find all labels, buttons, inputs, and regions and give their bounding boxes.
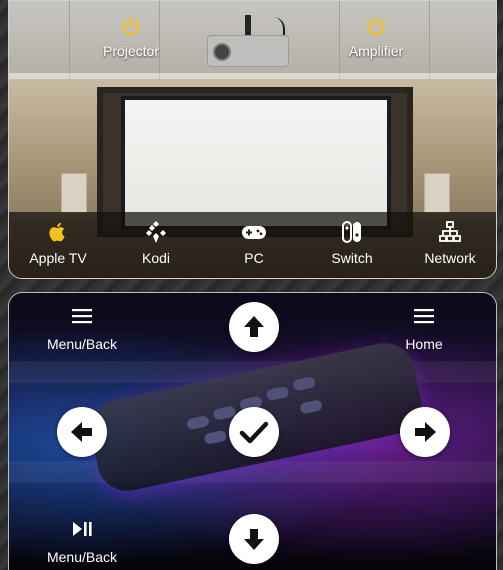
home-label: Home <box>405 336 443 352</box>
menu-back-label: Menu/Back <box>46 336 118 352</box>
checkmark-icon <box>239 421 269 444</box>
switch-icon <box>303 220 401 244</box>
source-label: Apple TV <box>29 250 87 266</box>
source-label: PC <box>244 250 264 266</box>
home-button[interactable]: Home <box>364 308 484 352</box>
network-icon <box>401 220 496 244</box>
menu-back-button[interactable]: Menu/Back <box>22 308 142 352</box>
play-pause-button[interactable]: Menu/Back <box>22 521 142 565</box>
speaker-right <box>424 173 450 213</box>
projector-power-button[interactable]: Projector <box>71 15 191 59</box>
speaker-left <box>61 173 87 213</box>
source-label: Kodi <box>141 250 171 266</box>
source-label: Switch <box>331 250 373 266</box>
source-apple-tv-button[interactable]: Apple TV <box>9 212 107 278</box>
amplifier-label: Amplifier <box>348 43 404 59</box>
dpad-select-button[interactable] <box>229 407 279 457</box>
gamepad-icon <box>205 220 303 244</box>
menu-icon <box>364 308 484 328</box>
remote-panel: Menu/Back Home Menu/Back <box>8 292 497 570</box>
dpad-down-button[interactable] <box>229 514 279 564</box>
room-panel: Projector Amplifier Apple TV Kodi PC Swi… <box>8 0 497 279</box>
menu-icon <box>22 308 142 328</box>
arrow-up-icon <box>244 316 264 337</box>
arrow-left-icon <box>71 422 92 442</box>
projection-screen-image <box>125 100 387 226</box>
arrow-right-icon <box>415 422 436 442</box>
source-kodi-button[interactable]: Kodi <box>107 212 205 278</box>
arrow-down-icon <box>244 529 264 550</box>
kodi-icon <box>107 220 205 244</box>
apple-icon <box>9 220 107 244</box>
dpad-up-button[interactable] <box>229 302 279 352</box>
power-icon <box>71 15 191 37</box>
dpad-right-button[interactable] <box>400 407 450 457</box>
play-pause-icon <box>22 521 142 541</box>
dpad-left-button[interactable] <box>57 407 107 457</box>
power-icon <box>316 15 436 37</box>
amplifier-power-button[interactable]: Amplifier <box>316 15 436 59</box>
source-label: Network <box>424 250 476 266</box>
source-switch-button[interactable]: Switch <box>303 212 401 278</box>
play-pause-label: Menu/Back <box>46 549 118 565</box>
projector-label: Projector <box>102 43 160 59</box>
source-pc-button[interactable]: PC <box>205 212 303 278</box>
source-bar: Apple TV Kodi PC Switch Network <box>9 212 496 278</box>
source-network-button[interactable]: Network <box>401 212 496 278</box>
